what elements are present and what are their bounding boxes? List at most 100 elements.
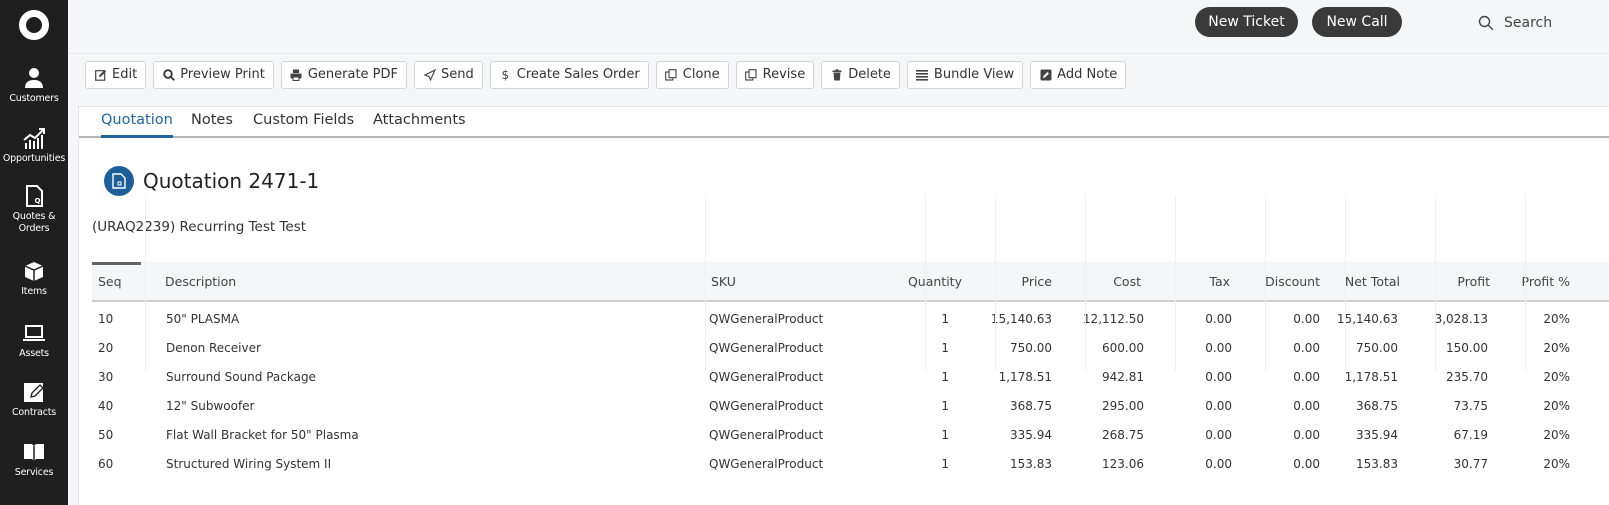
create-sales-order-button[interactable]: $ Create Sales Order [489, 60, 649, 89]
column-header-sku[interactable]: SKU [711, 274, 736, 289]
cell-discount: 0.00 [1293, 341, 1320, 355]
note-icon [1039, 68, 1052, 81]
cell-tax: 0.00 [1205, 399, 1232, 413]
column-header-cost[interactable]: Cost [1061, 274, 1141, 289]
copy-icon [665, 68, 678, 81]
preview-print-button[interactable]: Preview Print [153, 60, 274, 89]
add-note-button[interactable]: Add Note [1030, 60, 1127, 89]
new-call-button[interactable]: New Call [1312, 7, 1402, 37]
generate-pdf-button[interactable]: Generate PDF [280, 60, 408, 89]
revise-button[interactable]: Revise [735, 60, 815, 89]
cell-discount: 0.00 [1293, 312, 1320, 326]
bundle-view-button[interactable]: Bundle View [906, 60, 1024, 89]
cell-sku: QWGeneralProduct [709, 341, 824, 355]
column-header-quantity[interactable]: Quantity [882, 274, 962, 289]
cell-discount: 0.00 [1293, 370, 1320, 384]
search-icon [162, 68, 175, 81]
tab-quotation[interactable]: Quotation [101, 112, 173, 138]
cell-net-total: 368.75 [1356, 399, 1398, 413]
svg-text:Q: Q [35, 197, 41, 205]
table-row[interactable]: 20 Denon Receiver QWGeneralProduct 1 750.00 6… [92, 333, 1609, 362]
column-header-discount[interactable]: Discount [1240, 274, 1320, 289]
cell-seq: 50 [98, 428, 114, 442]
search-button[interactable]: Search [1478, 12, 1552, 34]
sidebar-item-label: Customers [9, 93, 59, 104]
list-icon [916, 68, 929, 81]
sidebar-item-services[interactable]: Services [0, 440, 68, 479]
sidebar-item-contracts[interactable]: Contracts [0, 380, 68, 419]
quote-document-icon: Q [26, 185, 43, 207]
button-label: Send [441, 67, 474, 82]
table-row[interactable]: 50 Flat Wall Bracket for 50" Plasma QWGene… [92, 420, 1609, 449]
tab-custom-fields[interactable]: Custom Fields [253, 112, 354, 138]
button-label: Preview Print [180, 67, 265, 82]
table-row[interactable]: 30 Surround Sound Package QWGeneralProduct… [92, 362, 1609, 391]
column-header-seq[interactable]: Seq [98, 274, 122, 289]
delete-button[interactable]: Delete [821, 60, 900, 89]
cell-profit: 150.00 [1446, 341, 1488, 355]
cell-description: 12" Subwoofer [166, 399, 255, 413]
cell-profit: 73.75 [1453, 399, 1488, 413]
button-label: Delete [848, 67, 891, 82]
chart-growth-icon [23, 128, 45, 149]
edit-button[interactable]: Edit [85, 60, 147, 89]
column-divider [1085, 195, 1086, 371]
cell-profit-percent: 20% [1543, 399, 1570, 413]
cell-sku: QWGeneralProduct [709, 428, 824, 442]
cell-seq: 10 [98, 312, 114, 326]
clone-button[interactable]: Clone [655, 60, 729, 89]
sidebar-item-assets[interactable]: Assets [0, 321, 68, 360]
cell-seq: 30 [98, 370, 114, 384]
cell-net-total: 1,178.51 [1344, 370, 1398, 384]
cell-profit-percent: 20% [1543, 312, 1570, 326]
cell-discount: 0.00 [1293, 457, 1320, 471]
sidebar-item-quotes-orders[interactable]: Q Quotes & Orders [0, 184, 68, 235]
table-row[interactable]: 10 50" PLASMA QWGeneralProduct 1 15,140.63 12… [92, 304, 1609, 333]
cell-seq: 40 [98, 399, 114, 413]
page-title: Quotation 2471-1 [143, 169, 320, 193]
search-icon [1478, 15, 1494, 31]
cell-tax: 0.00 [1205, 428, 1232, 442]
sidebar-item-opportunities[interactable]: Opportunities [0, 126, 68, 165]
tab-notes[interactable]: Notes [191, 112, 233, 138]
button-label: Create Sales Order [516, 67, 640, 82]
column-header-price[interactable]: Price [972, 274, 1053, 289]
laptop-icon [23, 325, 45, 341]
table-row[interactable]: 60 Structured Wiring System II QWGeneralPr… [92, 449, 1609, 478]
trash-icon [830, 68, 843, 81]
cell-description: Denon Receiver [166, 341, 261, 355]
send-icon [423, 68, 436, 81]
cell-profit: 30.77 [1453, 457, 1488, 471]
cell-profit: 3,028.13 [1434, 312, 1488, 326]
cell-cost: 295.00 [1102, 399, 1144, 413]
column-header-profit[interactable]: Profit [1410, 274, 1490, 289]
edit-icon [94, 68, 107, 81]
sidebar-item-customers[interactable]: Customers [0, 66, 68, 105]
cell-quantity: 1 [941, 370, 949, 384]
sidebar: Customers Opportunities Q Quotes & Order… [0, 0, 68, 505]
column-header-profit-percent[interactable]: Profit % [1490, 274, 1570, 289]
quotation-header: Quotation 2471-1 [104, 166, 319, 196]
cell-discount: 0.00 [1293, 399, 1320, 413]
button-label: Revise [762, 67, 806, 82]
cell-profit-percent: 20% [1543, 370, 1570, 384]
column-header-description[interactable]: Description [165, 274, 236, 289]
table-row[interactable]: 40 12" Subwoofer QWGeneralProduct 1 368.75 29… [92, 391, 1609, 420]
cell-quantity: 1 [941, 457, 949, 471]
sidebar-item-label: Opportunities [2, 153, 66, 164]
app-logo[interactable] [19, 10, 49, 40]
dollar-icon: $ [501, 67, 510, 82]
sidebar-item-items[interactable]: Items [0, 259, 68, 298]
tab-attachments[interactable]: Attachments [373, 112, 466, 138]
button-label: Generate PDF [307, 67, 399, 82]
column-divider [1435, 195, 1436, 371]
send-button[interactable]: Send [414, 60, 483, 89]
sidebar-item-label: Services [14, 467, 54, 478]
new-ticket-button[interactable]: New Ticket [1195, 7, 1298, 37]
column-header-tax[interactable]: Tax [1150, 274, 1230, 289]
button-label: Clone [682, 67, 720, 82]
cell-description: Surround Sound Package [166, 370, 316, 384]
cell-profit: 235.70 [1446, 370, 1488, 384]
column-header-net-total[interactable]: Net Total [1320, 274, 1400, 289]
sidebar-item-label: Items [21, 286, 47, 297]
